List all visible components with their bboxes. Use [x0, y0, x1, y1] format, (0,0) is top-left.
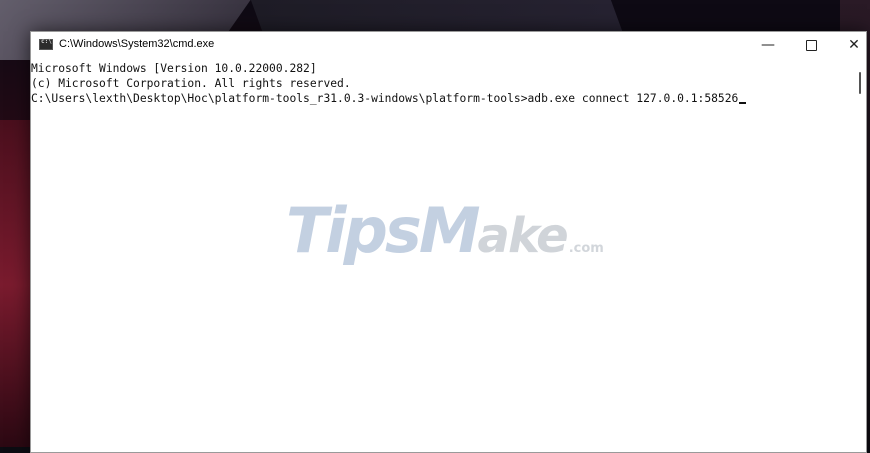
console-line: (c) Microsoft Corporation. All rights re…: [31, 77, 351, 90]
close-icon: ✕: [848, 37, 860, 53]
cmd-window[interactable]: C:\Windows\System32\cmd.exe — ✕ Microsof…: [30, 31, 867, 453]
minimize-icon: —: [761, 37, 775, 53]
close-button[interactable]: ✕: [832, 32, 870, 58]
console-line: Microsoft Windows [Version 10.0.22000.28…: [31, 62, 317, 75]
window-title: C:\Windows\System32\cmd.exe: [59, 38, 215, 50]
cmd-icon: [39, 38, 53, 50]
scrollbar-thumb[interactable]: [859, 72, 861, 94]
title-bar[interactable]: C:\Windows\System32\cmd.exe — ✕: [31, 32, 866, 58]
minimize-button[interactable]: —: [746, 32, 790, 58]
maximize-icon: [805, 39, 817, 51]
tipsmake-watermark: TipsMake .com: [286, 194, 604, 267]
text-cursor: [739, 102, 747, 104]
command-text: C:\Users\lexth\Desktop\Hoc\platform-tool…: [31, 92, 739, 105]
vertical-scrollbar[interactable]: [854, 58, 864, 452]
console-command-line[interactable]: C:\Users\lexth\Desktop\Hoc\platform-tool…: [31, 91, 852, 106]
maximize-button[interactable]: [789, 32, 833, 58]
